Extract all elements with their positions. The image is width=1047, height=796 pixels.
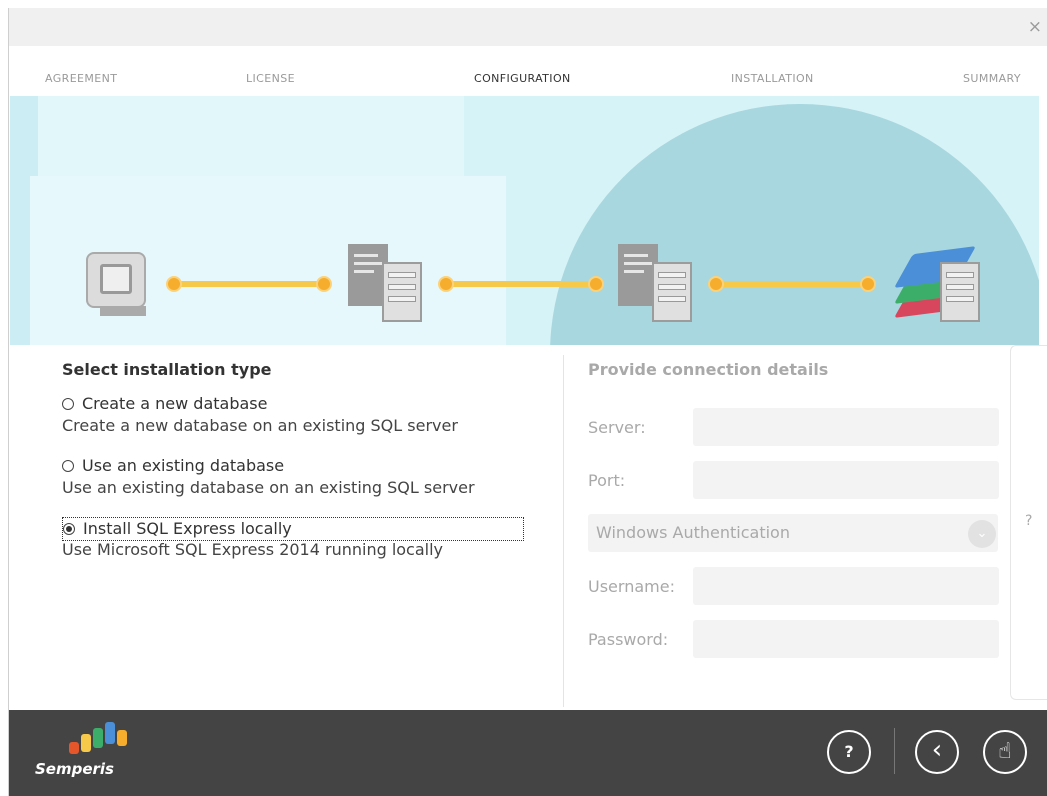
step-license: LICENSE [246, 72, 295, 85]
close-icon[interactable]: × [1028, 18, 1042, 36]
server-row: Server: [588, 408, 1000, 448]
username-input[interactable] [693, 567, 999, 605]
password-label: Password: [588, 630, 669, 649]
server-input[interactable] [693, 408, 999, 446]
radio-icon[interactable] [62, 460, 74, 472]
help-button[interactable]: ? [827, 730, 871, 774]
step-summary: SUMMARY [963, 72, 1021, 85]
title-bar: × [9, 8, 1047, 46]
connector-dot [708, 276, 724, 292]
server-label: Server: [588, 418, 646, 437]
option-description: Create a new database on an existing SQL… [62, 416, 458, 435]
connection-details-panel: Provide connection details Server: Port:… [588, 360, 1000, 658]
port-label: Port: [588, 471, 626, 490]
connection-details-title: Provide connection details [588, 360, 829, 379]
radio-icon[interactable] [62, 398, 74, 410]
step-agreement: AGREEMENT [45, 72, 118, 85]
password-row: Password: [588, 620, 1000, 660]
server-icon [348, 244, 426, 324]
footer-bar: Semperis ? ‹ ☝ [9, 710, 1047, 796]
footer-separator [894, 728, 895, 774]
connector-dot [860, 276, 876, 292]
connector-dot [166, 276, 182, 292]
connector-line [172, 281, 324, 287]
connector-dot [316, 276, 332, 292]
authentication-select[interactable]: Windows Authentication ⌄ [588, 514, 998, 552]
connector-dot [588, 276, 604, 292]
connector-line [444, 281, 596, 287]
configuration-banner [10, 96, 1039, 345]
panel-divider [563, 355, 564, 707]
question-icon[interactable]: ? [1025, 513, 1032, 529]
port-row: Port: [588, 461, 1000, 501]
option-description: Use Microsoft SQL Express 2014 running l… [62, 540, 444, 559]
connector-line [714, 281, 866, 287]
port-input[interactable] [693, 461, 999, 499]
username-label: Username: [588, 577, 675, 596]
logo-icon [69, 722, 127, 754]
username-row: Username: [588, 567, 1000, 607]
authentication-value: Windows Authentication [596, 523, 790, 542]
chevron-down-icon[interactable]: ⌄ [968, 520, 996, 548]
step-configuration: CONFIGURATION [474, 72, 571, 85]
installation-type-title: Select installation type [62, 360, 272, 379]
option-description: Use an existing database on an existing … [62, 478, 475, 497]
next-button[interactable]: ☝ [983, 730, 1027, 774]
option-create-new-database[interactable]: Create a new database [62, 393, 542, 415]
password-input[interactable] [693, 620, 999, 658]
option-use-existing-database[interactable]: Use an existing database [62, 455, 542, 477]
option-install-sql-express[interactable]: Install SQL Express locally [62, 517, 542, 541]
server-icon [618, 244, 696, 324]
connector-dot [438, 276, 454, 292]
radio-selected-icon[interactable] [63, 523, 75, 535]
back-button[interactable]: ‹ [915, 730, 959, 774]
step-installation: INSTALLATION [731, 72, 814, 85]
installation-type-panel: Select installation type Create a new da… [62, 360, 542, 579]
brand-name: Semperis [35, 760, 114, 778]
